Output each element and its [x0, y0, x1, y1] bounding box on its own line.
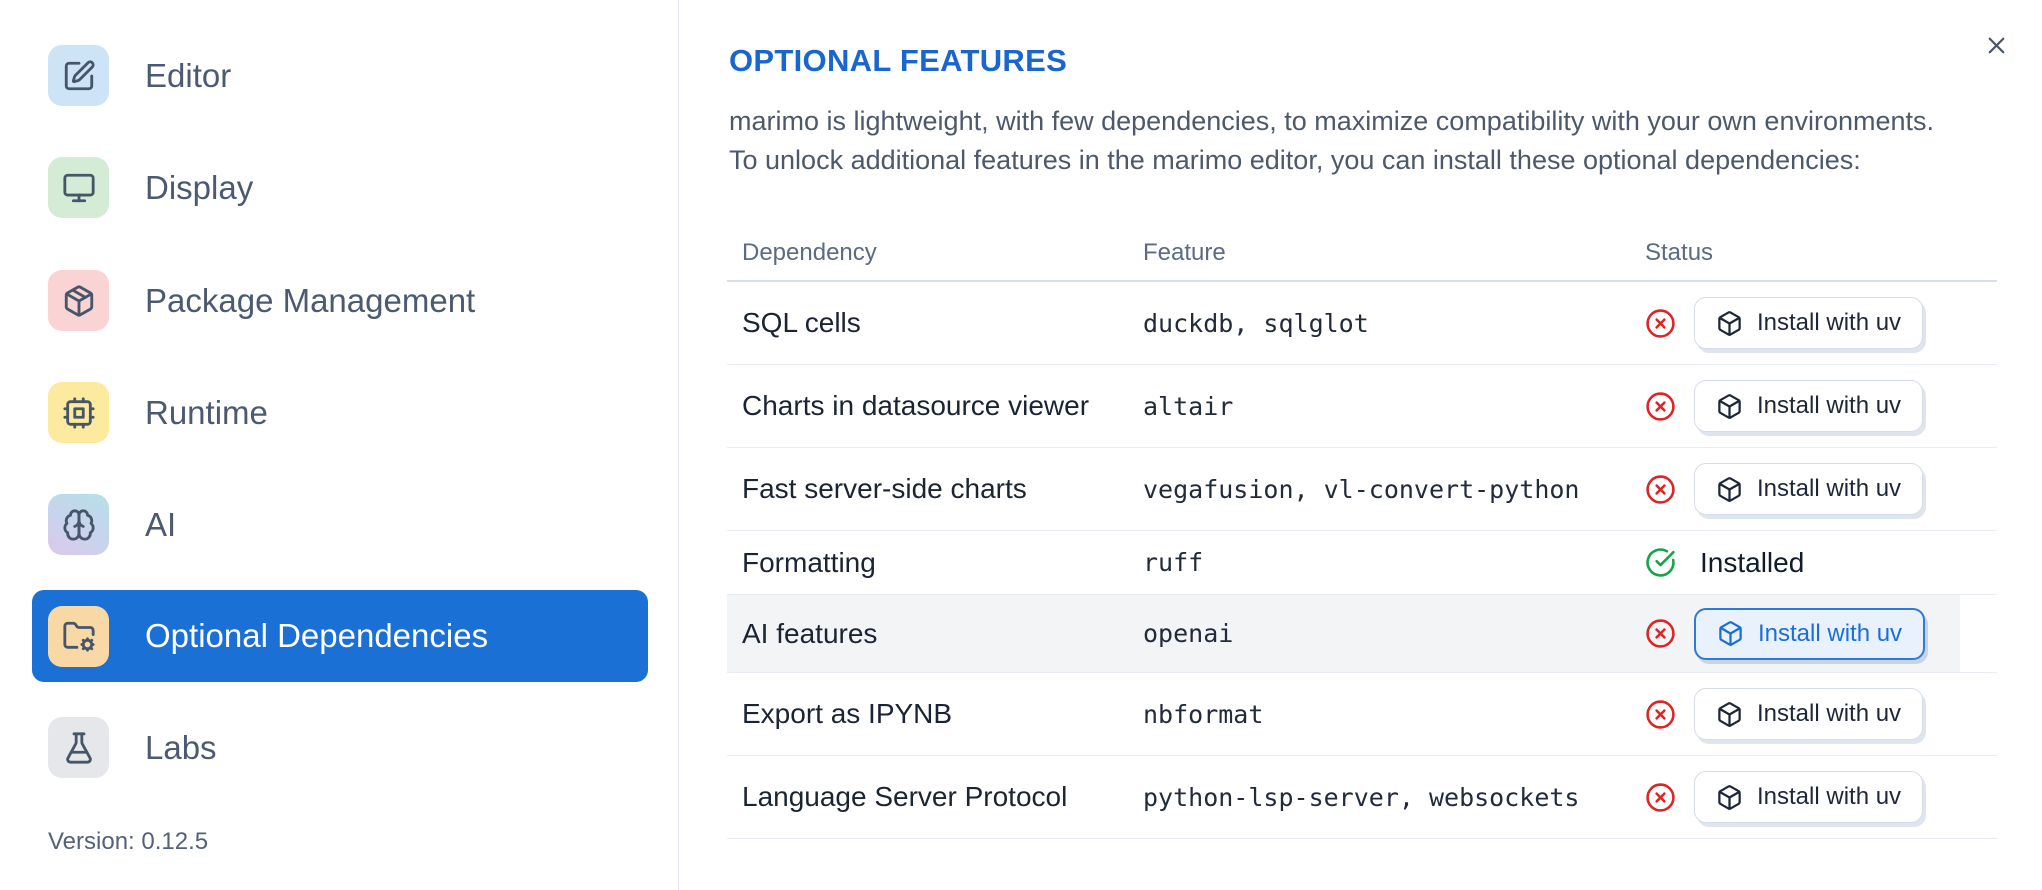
table-header: Dependency Feature Status — [727, 226, 1997, 282]
dependency-cell: Formatting — [742, 546, 876, 578]
box-icon — [1716, 476, 1743, 503]
sidebar-item-editor[interactable]: Editor — [48, 45, 231, 106]
circle-x-icon — [1645, 391, 1676, 422]
sidebar-item-label: Runtime — [145, 393, 268, 431]
square-pen-icon — [62, 59, 96, 93]
circle-x-icon — [1645, 308, 1676, 339]
install-with-uv-button[interactable]: Install with uv — [1694, 607, 1926, 660]
folder-cog-icon — [62, 619, 96, 653]
table-body: SQL cells duckdb, sqlglot Install with u… — [727, 282, 1997, 839]
circle-x-icon — [1645, 474, 1676, 505]
sidebar-item-runtime[interactable]: Runtime — [48, 382, 268, 443]
monitor-icon — [62, 171, 96, 205]
table-row: AI features openai Install with uv — [727, 595, 1997, 673]
description-line-2: To unlock additional features in the mar… — [729, 145, 1861, 175]
install-with-uv-button[interactable]: Install with uv — [1694, 380, 1924, 432]
dependency-cell: Export as IPYNB — [742, 698, 953, 729]
page-description: marimo is lightweight, with few dependen… — [729, 102, 1934, 180]
status-cell: Install with uv — [1645, 607, 1997, 660]
brain-icon — [62, 508, 96, 542]
table-row: Formatting ruff Installed — [727, 531, 1997, 595]
optional-features-table: Dependency Feature Status SQL cells duck… — [727, 226, 1997, 839]
status-cell: Install with uv — [1645, 463, 1997, 515]
page-title: OPTIONAL FEATURES — [729, 43, 1068, 78]
table-row: Export as IPYNB nbformat Install with uv — [727, 673, 1997, 756]
feature-cell: duckdb, sqlglot — [1143, 308, 1369, 338]
flask-icon — [62, 731, 96, 765]
install-with-uv-button[interactable]: Install with uv — [1694, 463, 1924, 515]
sidebar-item-label: Display — [145, 168, 254, 206]
column-header-status: Status — [1645, 239, 1714, 266]
sidebar-item-package-management[interactable]: Package Management — [48, 270, 475, 331]
status-cell: Install with uv — [1645, 380, 1997, 432]
table-row: Charts in datasource viewer altair Insta… — [727, 365, 1997, 448]
feature-cell: python-lsp-server, websockets — [1143, 782, 1580, 812]
description-line-1: marimo is lightweight, with few dependen… — [729, 106, 1935, 136]
package-icon — [62, 284, 96, 318]
cpu-icon — [62, 396, 96, 430]
feature-cell: openai — [1143, 619, 1234, 648]
install-with-uv-button[interactable]: Install with uv — [1694, 771, 1924, 823]
circle-x-icon — [1645, 699, 1676, 730]
install-with-uv-button[interactable]: Install with uv — [1694, 297, 1924, 349]
feature-cell: vegafusion, vl-convert-python — [1143, 474, 1580, 504]
sidebar-item-label: Editor — [145, 56, 232, 94]
sidebar-nav: Editor Display Package Management Runtim… — [0, 0, 678, 890]
sidebar-item-label: Package Management — [145, 281, 476, 319]
table-row: SQL cells duckdb, sqlglot Install with u… — [727, 282, 1997, 365]
status-cell: Install with uv — [1645, 688, 1997, 740]
install-with-uv-button[interactable]: Install with uv — [1694, 688, 1924, 740]
column-header-feature: Feature — [1143, 239, 1226, 266]
box-icon — [1717, 620, 1744, 647]
feature-cell: nbformat — [1143, 699, 1264, 729]
table-row: Language Server Protocol python-lsp-serv… — [727, 756, 1997, 839]
optional-features-panel: OPTIONAL FEATURES marimo is lightweight,… — [680, 0, 2042, 890]
version-label: Version: 0.12.5 — [48, 828, 209, 855]
circle-check-icon — [1645, 547, 1676, 578]
settings-dialog: Editor Display Package Management Runtim… — [0, 0, 2042, 890]
sidebar-item-label: Labs — [145, 728, 217, 766]
dependency-cell: SQL cells — [742, 307, 861, 338]
sidebar-item-labs[interactable]: Labs — [48, 717, 217, 778]
close-icon — [1983, 32, 2010, 59]
dependency-cell: AI features — [742, 617, 878, 649]
dependency-cell: Charts in datasource viewer — [742, 390, 1090, 421]
box-icon — [1716, 701, 1743, 728]
circle-x-icon — [1645, 782, 1676, 813]
box-icon — [1716, 310, 1743, 337]
dependency-cell: Fast server-side charts — [742, 473, 1027, 504]
box-icon — [1716, 784, 1743, 811]
table-row: Fast server-side charts vegafusion, vl-c… — [727, 448, 1997, 531]
close-button[interactable] — [1975, 24, 2017, 66]
sidebar-item-label: Optional Dependencies — [145, 617, 489, 654]
status-cell: Install with uv — [1645, 297, 1997, 349]
settings-sidebar: Editor Display Package Management Runtim… — [0, 0, 679, 890]
status-cell: Installed — [1645, 547, 1997, 579]
installed-status-label: Installed — [1700, 546, 1805, 578]
sidebar-item-optional-dependencies[interactable]: Optional Dependencies — [32, 590, 648, 682]
sidebar-item-display[interactable]: Display — [48, 157, 253, 218]
sidebar-item-ai[interactable]: AI — [48, 494, 176, 555]
column-header-dependency: Dependency — [742, 239, 877, 266]
feature-cell: ruff — [1143, 548, 1204, 577]
box-icon — [1716, 393, 1743, 420]
sidebar-item-label: AI — [145, 505, 177, 543]
dependency-cell: Language Server Protocol — [742, 781, 1068, 812]
feature-cell: altair — [1143, 391, 1234, 421]
circle-x-icon — [1645, 618, 1676, 649]
status-cell: Install with uv — [1645, 771, 1997, 823]
